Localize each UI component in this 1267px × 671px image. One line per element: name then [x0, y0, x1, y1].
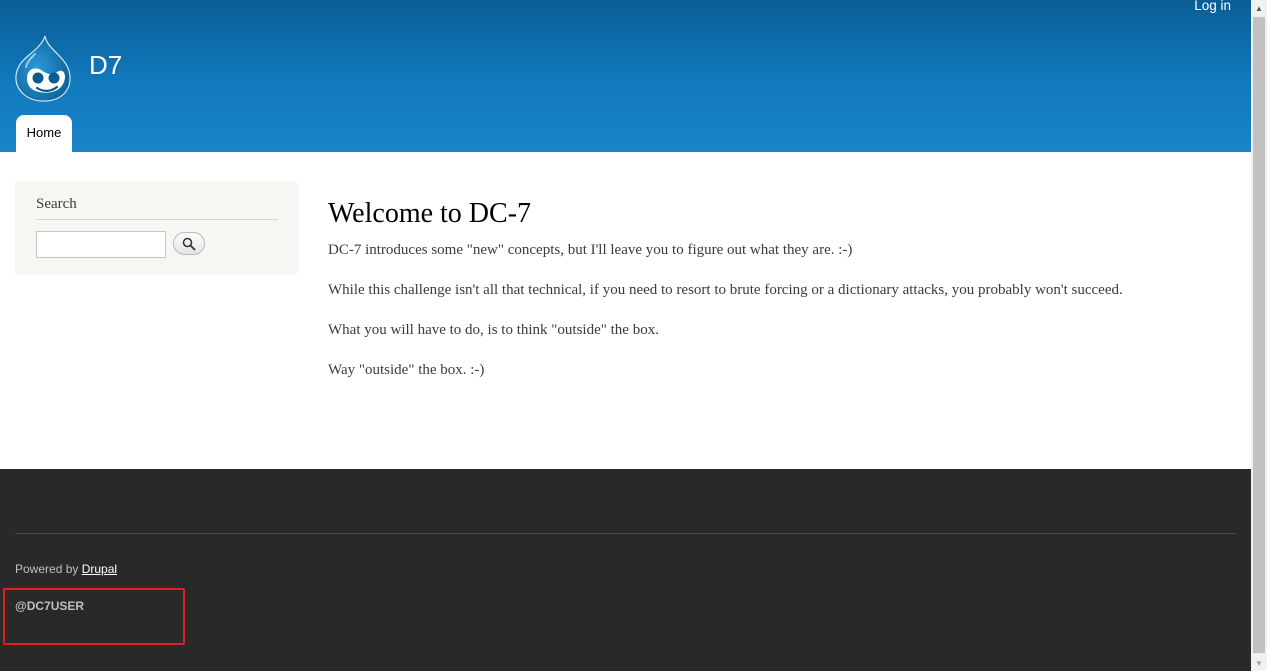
search-block: Search [15, 182, 298, 274]
footer-divider [15, 533, 1236, 534]
page-viewport: Log in D7 Home Search Welcome to DC-7 DC… [0, 0, 1251, 671]
intro-paragraph: DC-7 introduces some "new" concepts, but… [328, 242, 853, 258]
drupal-link[interactable]: Drupal [82, 562, 117, 576]
search-block-title: Search [36, 196, 278, 220]
challenge-paragraph: While this challenge isn't all that tech… [328, 282, 1123, 298]
site-name[interactable]: D7 [89, 50, 122, 81]
annotation-highlight-box [3, 588, 185, 645]
site-header: Log in D7 Home [0, 0, 1251, 152]
tab-home[interactable]: Home [16, 115, 72, 152]
search-icon [182, 237, 196, 250]
drupal-logo-icon[interactable] [13, 34, 75, 104]
login-link[interactable]: Log in [1194, 0, 1231, 13]
hint-paragraph: What you will have to do, is to think "o… [328, 322, 659, 338]
closing-paragraph: Way "outside" the box. :-) [328, 362, 485, 378]
site-footer: Powered by Drupal @DC7USER [0, 469, 1251, 671]
browser-page: Log in D7 Home Search Welcome to DC-7 DC… [0, 0, 1267, 671]
powered-by: Powered by Drupal [15, 562, 117, 576]
vertical-scrollbar[interactable]: ▲ ▼ [1251, 0, 1267, 671]
search-input[interactable] [36, 231, 166, 258]
powered-by-label: Powered by [15, 562, 79, 576]
main-content: Welcome to DC-7 DC-7 introduces some "ne… [328, 197, 1228, 378]
scroll-thumb[interactable] [1253, 17, 1265, 653]
scroll-down-arrow-icon[interactable]: ▼ [1251, 655, 1267, 671]
page-title: Welcome to DC-7 [328, 198, 532, 229]
search-button[interactable] [173, 232, 205, 255]
scroll-up-arrow-icon[interactable]: ▲ [1251, 0, 1267, 16]
